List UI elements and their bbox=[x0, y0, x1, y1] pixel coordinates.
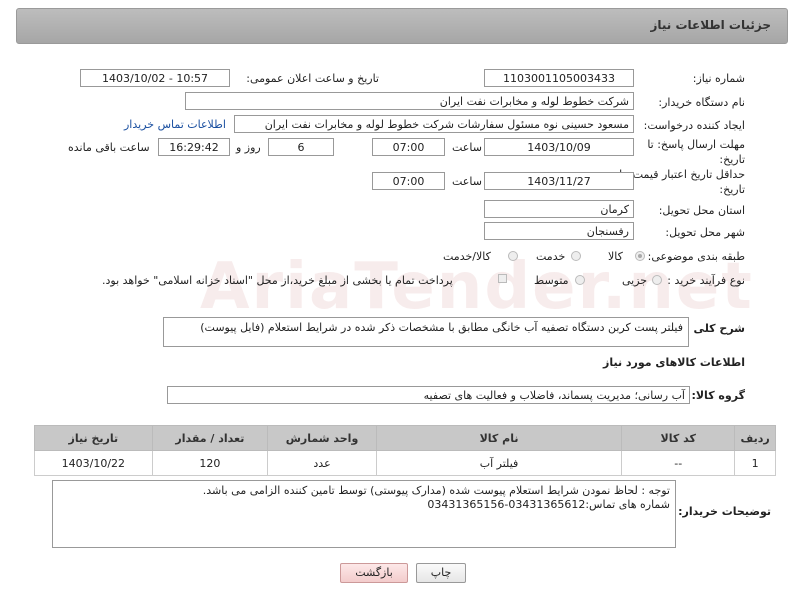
reply-deadline-label: مهلت ارسال پاسخ: تا تاریخ: bbox=[647, 138, 745, 166]
city-field[interactable]: رفسنجان bbox=[484, 222, 634, 240]
buyer-notes-label: توضیحات خریدار: bbox=[678, 505, 771, 518]
reply-deadline-time[interactable]: 07:00 bbox=[372, 138, 445, 156]
treasury-checkbox[interactable] bbox=[498, 274, 507, 283]
process-medium-label: متوسط bbox=[534, 274, 569, 287]
city-label: شهر محل تحویل: bbox=[665, 226, 745, 239]
cell-unit: عدد bbox=[267, 450, 377, 476]
goods-group-field[interactable]: آب رسانی؛ مدیریت پسماند، فاضلاب و فعالیت… bbox=[167, 386, 690, 404]
price-validity-date[interactable]: 1403/11/27 bbox=[484, 172, 634, 190]
remaining-days-field[interactable]: 6 bbox=[268, 138, 334, 156]
province-label: استان محل تحویل: bbox=[658, 204, 745, 217]
days-label: روز و bbox=[236, 141, 261, 154]
requester-field[interactable]: مسعود حسینی نوه مسئول سفارشات شرکت خطوط … bbox=[234, 115, 634, 133]
description-field[interactable]: فیلتر پست کربن دستگاه تصفیه آب خانگی مطا… bbox=[163, 317, 689, 347]
cell-quantity: 120 bbox=[151, 450, 269, 476]
table-row[interactable]: 1 -- فیلتر آب عدد 120 1403/10/22 bbox=[34, 450, 776, 476]
price-validity-time[interactable]: 07:00 bbox=[372, 172, 445, 190]
announce-datetime-field[interactable]: 1403/10/02 - 10:57 bbox=[80, 69, 230, 87]
need-number-field[interactable]: 1103001105003433 bbox=[484, 69, 634, 87]
category-goods-label: کالا bbox=[608, 250, 623, 263]
category-goods-service-label: کالا/خدمت bbox=[443, 250, 491, 263]
col-unit: واحد شمارش bbox=[267, 425, 377, 451]
reply-time-label: ساعت bbox=[452, 141, 482, 154]
col-row-number: ردیف bbox=[734, 425, 776, 451]
buyer-notes-line-1: توجه : لحاظ نمودن شرایط استعلام پیوست شد… bbox=[202, 484, 670, 497]
treasury-note: پرداخت تمام یا بخشی از مبلغ خرید،از محل … bbox=[102, 274, 453, 287]
buyer-org-label: نام دستگاه خریدار: bbox=[658, 96, 745, 109]
col-goods-code: کد کالا bbox=[621, 425, 736, 451]
buyer-org-field[interactable]: شرکت خطوط لوله و مخابرات نفت ایران bbox=[185, 92, 634, 110]
validity-time-label: ساعت bbox=[452, 175, 482, 188]
remaining-label: ساعت باقی مانده bbox=[68, 141, 150, 154]
process-label: نوع فرآیند خرید : bbox=[667, 274, 745, 287]
cell-goods-code: -- bbox=[621, 450, 736, 476]
process-minor-label: جزیی bbox=[622, 274, 648, 287]
need-number-label: شماره نیاز: bbox=[692, 72, 745, 85]
goods-section-title: اطلاعات کالاهای مورد نیاز bbox=[603, 356, 745, 369]
col-goods-name: نام کالا bbox=[375, 425, 623, 451]
category-service-radio[interactable] bbox=[571, 251, 581, 261]
col-need-date: تاریخ نیاز bbox=[34, 425, 153, 451]
page-header: جزئیات اطلاعات نیاز bbox=[16, 8, 788, 44]
goods-group-label: گروه کالا: bbox=[691, 389, 745, 402]
back-button[interactable]: بازگشت bbox=[340, 563, 408, 583]
province-field[interactable]: کرمان bbox=[484, 200, 634, 218]
process-minor-radio[interactable] bbox=[652, 275, 662, 285]
category-goods-service-radio[interactable] bbox=[508, 251, 518, 261]
col-quantity: تعداد / مقدار bbox=[151, 425, 269, 451]
category-label: طبقه بندی موضوعی: bbox=[647, 250, 745, 263]
process-medium-radio[interactable] bbox=[575, 275, 585, 285]
buyer-notes-line-2: شماره های تماس:03431365612-03431365156 bbox=[427, 498, 670, 511]
announce-datetime-label: تاریخ و ساعت اعلان عمومی: bbox=[246, 72, 379, 85]
table-header-row: ردیف کد کالا نام کالا واحد شمارش تعداد /… bbox=[34, 425, 776, 451]
buyer-contact-link[interactable]: اطلاعات تماس خریدار bbox=[124, 118, 226, 131]
cell-row-number: 1 bbox=[734, 450, 776, 476]
page-title: جزئیات اطلاعات نیاز bbox=[650, 18, 771, 32]
buyer-notes-field[interactable]: توجه : لحاظ نمودن شرایط استعلام پیوست شد… bbox=[52, 480, 676, 548]
cell-goods-name: فیلتر آب bbox=[375, 450, 623, 476]
goods-table: ردیف کد کالا نام کالا واحد شمارش تعداد /… bbox=[34, 425, 776, 476]
print-button[interactable]: چاپ bbox=[416, 563, 466, 583]
category-service-label: خدمت bbox=[536, 250, 566, 263]
cell-need-date: 1403/10/22 bbox=[34, 450, 153, 476]
requester-label: ایجاد کننده درخواست: bbox=[643, 119, 745, 132]
reply-deadline-date[interactable]: 1403/10/09 bbox=[484, 138, 634, 156]
category-goods-radio[interactable] bbox=[635, 251, 645, 261]
remaining-time-field[interactable]: 16:29:42 bbox=[158, 138, 230, 156]
